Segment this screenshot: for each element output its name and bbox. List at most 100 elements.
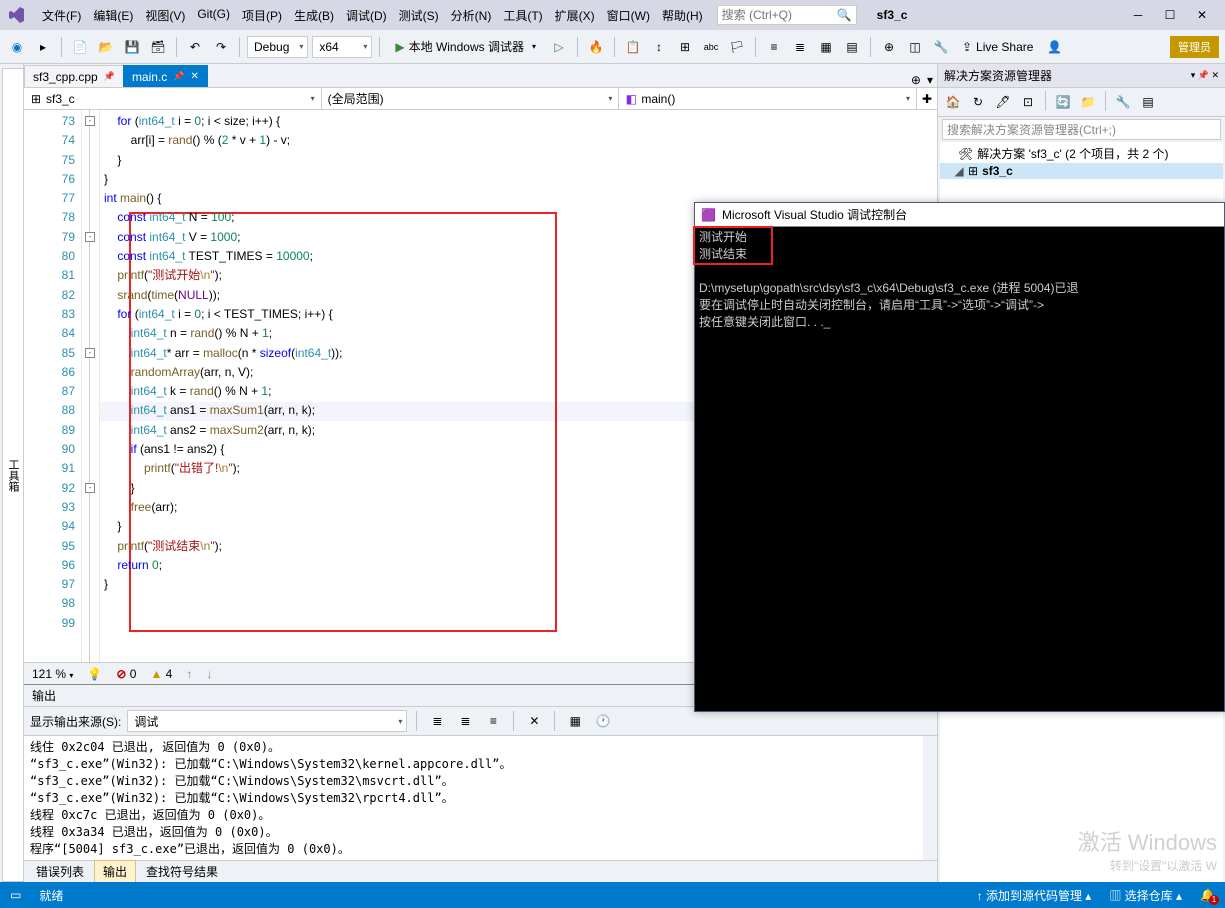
menu-调试(D)[interactable]: 调试(D)	[340, 3, 393, 28]
tab-overflow-icon[interactable]: ▾	[927, 73, 933, 87]
close-button[interactable]: ✕	[1187, 4, 1217, 26]
tool-icon-5[interactable]: 🏳	[726, 36, 748, 58]
notifications-icon[interactable]: 🔔	[1200, 888, 1215, 902]
fold-toggle-icon[interactable]: -	[85, 232, 95, 242]
menu-测试(S)[interactable]: 测试(S)	[393, 3, 445, 28]
run-button[interactable]: ▶本地 Windows 调试器▾	[387, 35, 544, 59]
nav-back-icon[interactable]: ◉	[6, 36, 28, 58]
sln-tool-3[interactable]: ⊡	[1017, 91, 1039, 113]
user-icon[interactable]: 👤	[1043, 36, 1065, 58]
sln-tool-6[interactable]: 🔧	[1112, 91, 1134, 113]
fold-toggle-icon[interactable]: -	[85, 116, 95, 126]
nav-fwd-icon[interactable]: ▸	[32, 36, 54, 58]
output-tab-查找符号结果[interactable]: 查找符号结果	[138, 861, 226, 882]
pin-icon[interactable]: 📌	[173, 71, 184, 82]
menu-Git(G)[interactable]: Git(G)	[191, 3, 236, 28]
menu-编辑(E)[interactable]: 编辑(E)	[87, 3, 139, 28]
search-input[interactable]	[722, 8, 837, 22]
undo-icon[interactable]: ↶	[184, 36, 206, 58]
menu-分析(N)[interactable]: 分析(N)	[445, 3, 498, 28]
tool-icon-10[interactable]: ⊕	[878, 36, 900, 58]
menu-文件(F)[interactable]: 文件(F)	[36, 3, 87, 28]
save-icon[interactable]: 💾	[121, 36, 143, 58]
tool-icon-12[interactable]: 🔧	[930, 36, 952, 58]
sln-tool-5[interactable]: 📁	[1077, 91, 1099, 113]
sln-tool-2[interactable]: 🖊	[992, 91, 1014, 113]
out-tool-clock[interactable]: 🕐	[592, 710, 614, 732]
save-all-icon[interactable]: 🗃	[147, 36, 169, 58]
tool-icon-2[interactable]: 📋	[622, 36, 644, 58]
new-file-icon[interactable]: 📄	[69, 36, 91, 58]
code-line[interactable]: }	[104, 170, 937, 189]
add-to-source-control[interactable]: ↑ 添加到源代码管理 ▴	[977, 887, 1092, 904]
error-count[interactable]: ⊘ 0	[116, 667, 136, 681]
out-tool-4[interactable]: ✕	[523, 710, 545, 732]
menu-视图(V)[interactable]: 视图(V)	[139, 3, 191, 28]
tool-icon-abc[interactable]: abc	[700, 36, 722, 58]
maximize-button[interactable]: ☐	[1155, 4, 1185, 26]
split-icon[interactable]: ✚	[917, 88, 937, 109]
open-icon[interactable]: 📂	[95, 36, 117, 58]
toolbox-tab[interactable]: 工具箱	[2, 68, 23, 882]
tool-icon-8[interactable]: ▦	[815, 36, 837, 58]
fold-toggle-icon[interactable]: -	[85, 483, 95, 493]
output-from-combo[interactable]: 调试	[127, 710, 407, 732]
sln-home-icon[interactable]: 🏠	[942, 91, 964, 113]
nav-project[interactable]: ⊞sf3_c	[24, 88, 322, 109]
close-tab-icon[interactable]: ✕	[191, 71, 199, 82]
menu-窗口(W)[interactable]: 窗口(W)	[601, 3, 656, 28]
menu-扩展(X)[interactable]: 扩展(X)	[549, 3, 601, 28]
panel-menu-icon[interactable]: ▾ 📌 ✕	[1191, 70, 1219, 81]
line-number: 98	[24, 594, 75, 613]
warning-count[interactable]: ▲ 4	[150, 667, 172, 681]
tool-icon-3[interactable]: ↕	[648, 36, 670, 58]
nav-scope[interactable]: (全局范围)	[322, 88, 620, 109]
run-no-debug-icon[interactable]: ▷	[548, 36, 570, 58]
menu-帮助(H)[interactable]: 帮助(H)	[656, 3, 709, 28]
redo-icon[interactable]: ↷	[210, 36, 232, 58]
sln-tool-4[interactable]: 🔄	[1052, 91, 1074, 113]
out-tool-2[interactable]: ≣	[454, 710, 476, 732]
project-node[interactable]: ◢⊞sf3_c	[940, 163, 1223, 179]
lightbulb-icon[interactable]: 💡	[87, 667, 102, 681]
out-tool-5[interactable]: ▦	[564, 710, 586, 732]
line-number: 84	[24, 324, 75, 343]
code-line[interactable]: arr[i] = rand() % (2 * v + 1) - v;	[104, 131, 937, 150]
nav-up-icon[interactable]: ↑	[186, 667, 192, 681]
fold-toggle-icon[interactable]: -	[85, 348, 95, 358]
doc-tab-main.c[interactable]: main.c📌✕	[123, 65, 208, 87]
solution-search[interactable]: 搜索解决方案资源管理器(Ctrl+;)	[942, 119, 1221, 140]
platform-combo[interactable]: x64	[312, 36, 372, 58]
menu-项目(P)[interactable]: 项目(P)	[236, 3, 288, 28]
output-text[interactable]: 线住 0x2c04 已退出, 返回值为 0 (0x0)。 “sf3_c.exe”…	[24, 736, 937, 860]
tool-icon-1[interactable]: 🔥	[585, 36, 607, 58]
zoom-level[interactable]: 121 % ▾	[32, 667, 73, 681]
out-tool-3[interactable]: ≡	[482, 710, 504, 732]
code-line[interactable]: }	[104, 151, 937, 170]
pin-icon[interactable]: 📌	[104, 71, 115, 82]
menu-生成(B)[interactable]: 生成(B)	[288, 3, 340, 28]
tool-icon-6[interactable]: ≡	[763, 36, 785, 58]
minimize-button[interactable]: ─	[1123, 4, 1153, 26]
select-repo[interactable]: ▥ 选择仓库 ▴	[1109, 887, 1182, 904]
solution-root[interactable]: 🛠解决方案 'sf3_c' (2 个项目，共 2 个)	[940, 144, 1223, 163]
sln-tool-7[interactable]: ▤	[1137, 91, 1159, 113]
debug-console-window[interactable]: 🟪Microsoft Visual Studio 调试控制台 测试开始 测试结束…	[694, 202, 1225, 712]
live-share-button[interactable]: ⇪Live Share	[956, 40, 1039, 54]
menu-工具(T)[interactable]: 工具(T)	[497, 3, 548, 28]
tool-icon-7[interactable]: ≣	[789, 36, 811, 58]
search-box[interactable]: 🔍	[717, 5, 857, 25]
doc-tab-sf3_cpp.cpp[interactable]: sf3_cpp.cpp📌	[24, 65, 124, 87]
nav-down-icon[interactable]: ↓	[206, 667, 212, 681]
tool-icon-11[interactable]: ◫	[904, 36, 926, 58]
out-tool-1[interactable]: ≣	[426, 710, 448, 732]
tab-dropdown-icon[interactable]: ⊕	[911, 73, 921, 87]
sln-tool-1[interactable]: ↻	[967, 91, 989, 113]
output-tab-错误列表[interactable]: 错误列表	[28, 861, 92, 882]
tool-icon-9[interactable]: ▤	[841, 36, 863, 58]
config-combo[interactable]: Debug	[247, 36, 308, 58]
code-line[interactable]: for (int64_t i = 0; i < size; i++) {	[104, 112, 937, 131]
tool-icon-4[interactable]: ⊞	[674, 36, 696, 58]
output-tab-输出[interactable]: 输出	[94, 860, 136, 883]
nav-member[interactable]: ◧main()	[619, 88, 917, 109]
